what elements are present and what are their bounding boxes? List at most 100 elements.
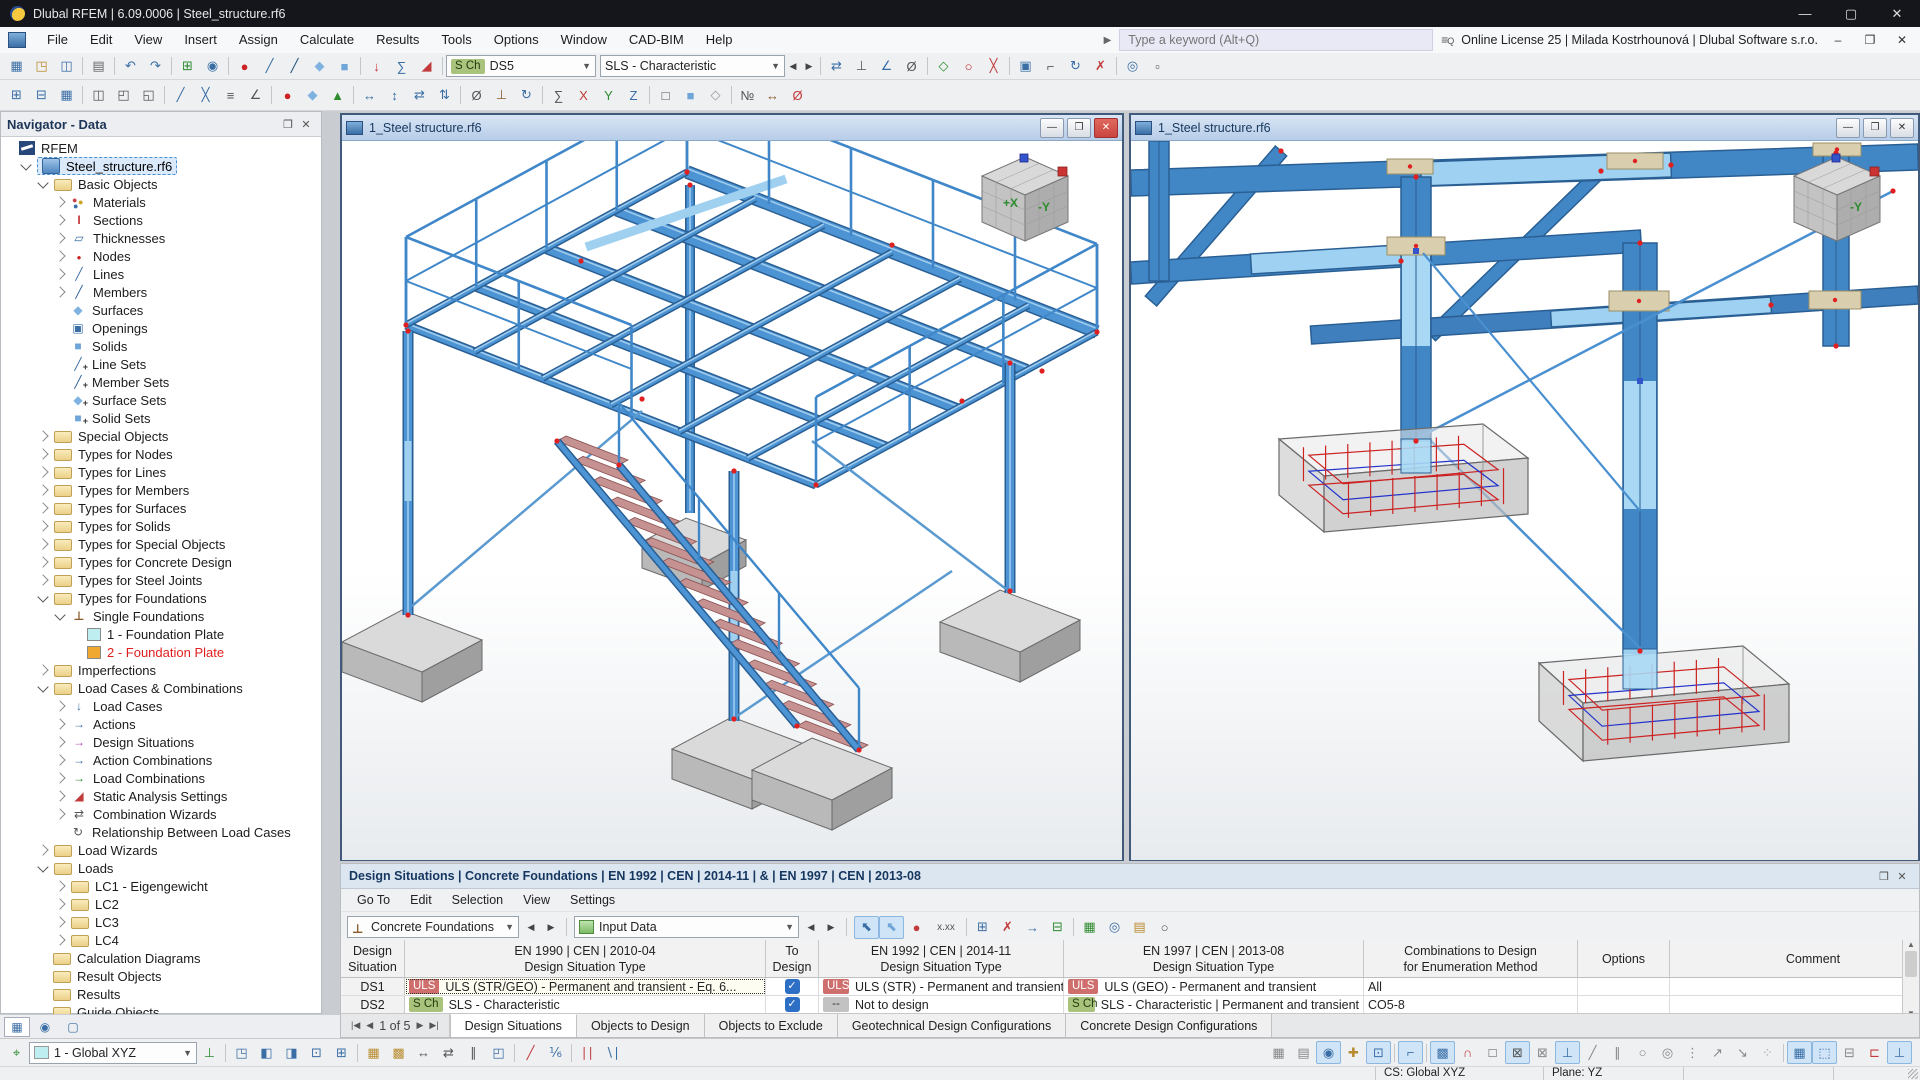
excel-export-icon[interactable]: ▦ xyxy=(1077,916,1102,939)
load-situation-combobox[interactable]: SLS - Characteristic ▼ xyxy=(600,55,785,77)
expander-icon[interactable] xyxy=(54,934,66,946)
tree-item-types-for-concrete-design[interactable]: Types for Concrete Design xyxy=(1,553,321,571)
snap-div-icon[interactable]: ⋮ xyxy=(1680,1041,1705,1064)
tree-item-imperfections[interactable]: Imperfections xyxy=(1,661,321,679)
tree-item-load-cases-combinations[interactable]: Load Cases & Combinations xyxy=(1,679,321,697)
menu-insert[interactable]: Insert xyxy=(173,27,228,53)
display-navigator-tab[interactable]: ◉ xyxy=(32,1017,58,1037)
viewport-1-restore-button[interactable]: ❐ xyxy=(1067,117,1091,138)
expander-icon[interactable] xyxy=(54,772,66,784)
panel-menu-selection[interactable]: Selection xyxy=(442,893,513,907)
tree-item-openings[interactable]: Openings xyxy=(1,319,321,337)
view-grid-icon[interactable]: ▦ xyxy=(54,84,79,107)
en1990-cell[interactable]: S Ch SLS - Characteristic xyxy=(405,996,766,1013)
expander-icon[interactable] xyxy=(37,484,49,496)
expander-icon[interactable] xyxy=(54,808,66,820)
first-page-icon[interactable]: |◀ xyxy=(351,1020,360,1031)
options-cell[interactable] xyxy=(1578,978,1670,995)
panel-menu-edit[interactable]: Edit xyxy=(400,893,442,907)
work-plane-icon[interactable]: ⊥ xyxy=(197,1041,222,1064)
menu-window[interactable]: Window xyxy=(550,27,618,53)
tree-item-static-analysis-settings[interactable]: Static Analysis Settings xyxy=(1,787,321,805)
snap-parallel-icon[interactable]: ∥ xyxy=(1605,1041,1630,1064)
redo-icon[interactable]: ↷ xyxy=(143,55,168,78)
snap-perp-icon[interactable]: ⊥ xyxy=(1555,1041,1580,1064)
en1997-cell[interactable]: ULS ULS (GEO) - Permanent and transient xyxy=(1064,978,1364,995)
insert-surface-icon[interactable]: ◆ xyxy=(307,55,332,78)
expander-icon[interactable] xyxy=(37,590,49,603)
expander-icon[interactable] xyxy=(54,268,66,280)
tree-item-lc1-eigengewicht[interactable]: LC1 - Eigengewicht xyxy=(1,877,321,895)
expander-icon[interactable] xyxy=(54,754,66,766)
next-situation-button[interactable]: ▶ xyxy=(801,56,817,76)
wireframe-icon[interactable]: □ xyxy=(653,84,678,107)
tree-item-thicknesses[interactable]: Thicknesses xyxy=(1,229,321,247)
expander-icon[interactable] xyxy=(54,700,66,712)
prev-table-button[interactable]: ◀ xyxy=(523,917,539,937)
to-design-cell[interactable]: ✓ xyxy=(766,996,819,1013)
view-planes-icon[interactable]: ⊟ xyxy=(29,84,54,107)
snap-mid-icon[interactable]: □ xyxy=(1480,1041,1505,1064)
ortho-icon[interactable]: ∣∣ xyxy=(575,1041,600,1064)
tab-objects-to-exclude[interactable]: Objects to Exclude xyxy=(704,1014,838,1037)
number-format-icon[interactable]: x.xx xyxy=(929,916,963,939)
expander-icon[interactable] xyxy=(54,880,66,892)
line-grid-icon[interactable]: ⊏ xyxy=(1862,1041,1887,1064)
tree-item-load-wizards[interactable]: Load Wizards xyxy=(1,841,321,859)
move-vert-icon[interactable]: ↕ xyxy=(382,84,407,107)
expander-icon[interactable] xyxy=(37,430,49,442)
snap-point-icon[interactable]: ⊡ xyxy=(1366,1041,1391,1064)
design-situation-combobox[interactable]: S Ch DS5 ▼ xyxy=(446,55,596,77)
expander-icon[interactable] xyxy=(54,898,66,910)
panel-menu-view[interactable]: View xyxy=(513,893,560,907)
diameter-icon[interactable]: Ø xyxy=(899,55,924,78)
expander-icon[interactable] xyxy=(54,718,66,730)
dim-xx-icon[interactable]: ⇄ xyxy=(436,1041,461,1064)
select-all-icon[interactable]: ≡ xyxy=(218,84,243,107)
plane-icon[interactable]: ◰ xyxy=(486,1041,511,1064)
model-view-canvas-2[interactable]: -Y xyxy=(1131,141,1918,860)
refresh-icon[interactable]: ↻ xyxy=(514,84,539,107)
resize-grip[interactable] xyxy=(1908,1069,1918,1079)
table-row-ds1[interactable]: DS1 ULS ULS (STR/GEO) - Permanent and tran… xyxy=(341,978,1904,996)
rotate-icon[interactable]: ⇅ xyxy=(432,84,457,107)
scroll-thumb[interactable] xyxy=(1905,951,1917,977)
measure-icon[interactable]: ╱ xyxy=(518,1041,543,1064)
edit-parameters-icon[interactable]: ◉ xyxy=(200,55,225,78)
to-design-cell[interactable]: ✓ xyxy=(766,978,819,995)
menu-assign[interactable]: Assign xyxy=(228,27,289,53)
select-line-icon[interactable]: ╱ xyxy=(168,84,193,107)
tree-item-types-for-foundations[interactable]: Types for Foundations xyxy=(1,589,321,607)
x-axis-icon[interactable]: X xyxy=(571,84,596,107)
viewport-2-titlebar[interactable]: 1_Steel structure.rf6 — ❐ ✕ xyxy=(1131,115,1918,141)
insert-member-icon[interactable]: ╱ xyxy=(282,55,307,78)
next-group-button[interactable]: ▶ xyxy=(823,917,839,937)
search-input[interactable] xyxy=(1126,32,1427,48)
snap-grid-icon[interactable]: ▩ xyxy=(386,1041,411,1064)
tree-item-types-for-solids[interactable]: Types for Solids xyxy=(1,517,321,535)
mirror-icon[interactable]: ⇄ xyxy=(407,84,432,107)
comment-cell[interactable] xyxy=(1670,996,1904,1013)
tree-item-lc3[interactable]: LC3 xyxy=(1,913,321,931)
last-page-icon[interactable]: ▶| xyxy=(429,1020,438,1031)
tree-item-design-situations[interactable]: Design Situations xyxy=(1,733,321,751)
globe-icon[interactable]: ◎ xyxy=(1102,916,1127,939)
tree-item-nodes[interactable]: Nodes xyxy=(1,247,321,265)
menu-help[interactable]: Help xyxy=(695,27,744,53)
paste-icon[interactable]: ⊞ xyxy=(970,916,995,939)
tree-item-types-for-nodes[interactable]: Types for Nodes xyxy=(1,445,321,463)
insert-solid-icon[interactable]: ■ xyxy=(332,55,357,78)
viewport-1-close-button[interactable]: ✕ xyxy=(1094,117,1118,138)
tree-item-2-foundation-plate[interactable]: 2 - Foundation Plate xyxy=(1,643,321,661)
views-navigator-tab[interactable]: ▢ xyxy=(60,1017,86,1037)
expander-icon[interactable] xyxy=(54,790,66,802)
tab-geotechnical-design-configurations[interactable]: Geotechnical Design Configurations xyxy=(837,1014,1067,1037)
menu-tools[interactable]: Tools xyxy=(430,27,482,53)
menu-cad-bim[interactable]: CAD-BIM xyxy=(618,27,695,53)
tree-item-calculation-diagrams[interactable]: Calculation Diagrams xyxy=(1,949,321,967)
insert-row-icon[interactable]: → xyxy=(1020,916,1045,939)
coordinate-system-combobox[interactable]: 1 - Global XYZ ▼ xyxy=(29,1041,197,1064)
jump-to-model-icon[interactable]: ● xyxy=(904,916,929,939)
insert-node-icon[interactable]: ● xyxy=(232,55,257,78)
en1992-cell[interactable]: -- Not to design xyxy=(819,996,1064,1013)
